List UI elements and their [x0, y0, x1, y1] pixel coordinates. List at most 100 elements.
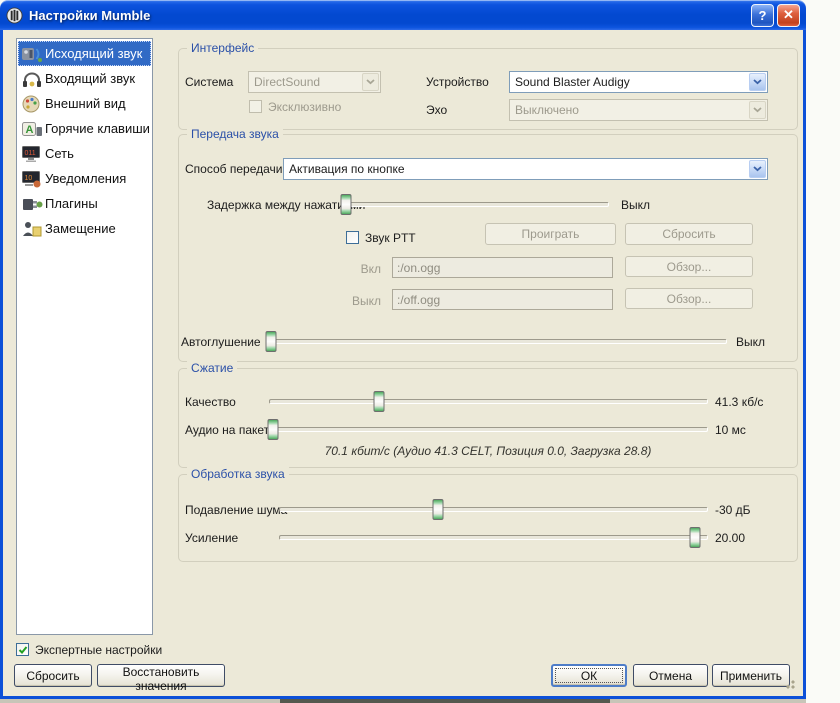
audio-per-packet-label: Аудио на пакет [185, 423, 269, 437]
automute-value: Выкл [736, 335, 765, 349]
sidebar-item-network[interactable]: 011 Сеть [18, 141, 151, 166]
slider-thumb[interactable] [432, 499, 443, 520]
sidebar-item-label: Сеть [45, 146, 74, 161]
doubleclick-delay-slider[interactable] [343, 194, 609, 215]
echo-select: Выключено [509, 99, 768, 121]
settings-window: Настройки Mumble ? ✕ Исходящий звук Вход… [0, 0, 806, 699]
settings-category-list: Исходящий звук Входящий звук Внешний вид… [16, 38, 153, 635]
echo-select-value: Выключено [515, 103, 579, 117]
sidebar-item-label: Горячие клавиши [45, 121, 150, 136]
apply-button[interactable]: Применить [712, 664, 790, 687]
system-select-value: DirectSound [254, 75, 320, 89]
off-sound-input [392, 289, 613, 310]
slider-thumb[interactable] [340, 194, 351, 215]
transmit-method-label: Способ передачи [185, 162, 282, 176]
resize-grip[interactable] [782, 676, 796, 690]
sidebar-item-appearance[interactable]: Внешний вид [18, 91, 151, 116]
echo-label: Эхо [426, 103, 447, 117]
play-button: Проиграть [485, 223, 616, 245]
sidebar-item-notifications[interactable]: 10 Уведомления [18, 166, 151, 191]
slider-thumb[interactable] [373, 391, 384, 412]
bandwidth-status-line: 70.1 кбит/с (Аудио 41.3 CELT, Позиция 0.… [179, 444, 797, 458]
plugins-icon [18, 194, 45, 214]
slider-track[interactable] [279, 507, 708, 512]
chevron-down-icon [749, 160, 766, 178]
noise-suppression-slider[interactable] [279, 499, 708, 520]
slider-thumb[interactable] [268, 419, 279, 440]
ok-button[interactable]: ОК [551, 664, 627, 687]
expert-settings-label: Экспертные настройки [35, 643, 162, 657]
device-select-value: Sound Blaster Audigy [515, 75, 630, 89]
device-label: Устройство [426, 75, 489, 89]
sidebar-item-label: Внешний вид [45, 96, 126, 111]
transmit-method-value: Активация по кнопке [289, 162, 405, 176]
system-select: DirectSound [248, 71, 381, 93]
sidebar-item-plugins[interactable]: Плагины [18, 191, 151, 216]
sidebar-item-outgoing-audio[interactable]: Исходящий звук [18, 41, 151, 66]
background-window-fragment [280, 699, 610, 703]
slider-track[interactable] [343, 202, 609, 207]
amplification-slider[interactable] [279, 527, 708, 548]
sidebar-item-label: Входящий звук [45, 71, 135, 86]
expert-settings-checkbox[interactable] [16, 643, 29, 656]
doubleclick-delay-value: Выкл [621, 198, 650, 212]
slider-track[interactable] [279, 535, 708, 540]
sidebar-item-label: Плагины [45, 196, 98, 211]
network-icon: 011 [18, 144, 45, 164]
ptt-sound-label: Звук PTT [365, 231, 416, 245]
hotkeys-icon: A [18, 119, 45, 139]
audio-per-packet-value: 10 мс [715, 423, 746, 437]
sidebar-item-incoming-audio[interactable]: Входящий звук [18, 66, 151, 91]
window-title: Настройки Mumble [29, 8, 748, 23]
quality-value: 41.3 кб/с [715, 395, 763, 409]
automute-label: Автоглушение [181, 335, 261, 349]
sidebar-item-shortcuts[interactable]: A Горячие клавиши [18, 116, 151, 141]
quality-slider[interactable] [269, 391, 708, 412]
chevron-down-icon [362, 73, 379, 91]
ptt-sound-checkbox[interactable] [346, 231, 359, 244]
overlay-icon [18, 219, 45, 239]
audio-per-packet-slider[interactable] [269, 419, 708, 440]
slider-thumb[interactable] [690, 527, 701, 548]
restore-defaults-button[interactable]: Восстановить значения [97, 664, 225, 687]
transmission-group: Передача звука Способ передачи Активация… [178, 134, 798, 362]
reset-button[interactable]: Сбросить [14, 664, 92, 687]
device-select[interactable]: Sound Blaster Audigy [509, 71, 768, 93]
slider-track[interactable] [266, 339, 727, 344]
group-title: Интерфейс [187, 41, 258, 55]
notifications-icon: 10 [18, 169, 45, 189]
slider-track[interactable] [269, 399, 708, 404]
sidebar-item-label: Замещение [45, 221, 116, 236]
automute-slider[interactable] [266, 331, 727, 352]
mumble-app-icon [6, 7, 23, 24]
outgoing-audio-icon [18, 44, 45, 64]
help-button[interactable]: ? [751, 4, 774, 27]
svg-text:10: 10 [24, 175, 32, 182]
reset-sound-button: Сбросить [625, 223, 753, 245]
chevron-down-icon [749, 101, 766, 119]
close-button[interactable]: ✕ [777, 4, 800, 27]
chevron-down-icon [749, 73, 766, 91]
on-sound-input [392, 257, 613, 278]
titlebar[interactable]: Настройки Mumble ? ✕ [0, 0, 806, 30]
quality-label: Качество [185, 395, 236, 409]
sidebar-item-label: Уведомления [45, 171, 126, 186]
exclusive-label: Эксклюзивно [268, 100, 341, 114]
processing-group: Обработка звука Подавление шума -30 дБ У… [178, 474, 798, 562]
interface-group: Интерфейс Система DirectSound Устройство… [178, 48, 798, 130]
exclusive-checkbox [249, 100, 262, 113]
svg-text:011: 011 [24, 150, 35, 157]
cancel-button[interactable]: Отмена [633, 664, 708, 687]
dialog-body: Исходящий звук Входящий звук Внешний вид… [0, 30, 806, 699]
noise-suppression-label: Подавление шума [185, 503, 287, 517]
slider-track[interactable] [269, 427, 708, 432]
on-sound-label: Вкл [207, 262, 381, 276]
transmit-method-select[interactable]: Активация по кнопке [283, 158, 768, 180]
slider-thumb[interactable] [265, 331, 276, 352]
system-label: Система [185, 75, 233, 89]
amplification-value: 20.00 [715, 531, 745, 545]
sidebar-item-overlay[interactable]: Замещение [18, 216, 151, 241]
browse-on-button: Обзор... [625, 256, 753, 277]
browse-off-button: Обзор... [625, 288, 753, 309]
noise-suppression-value: -30 дБ [715, 503, 751, 517]
